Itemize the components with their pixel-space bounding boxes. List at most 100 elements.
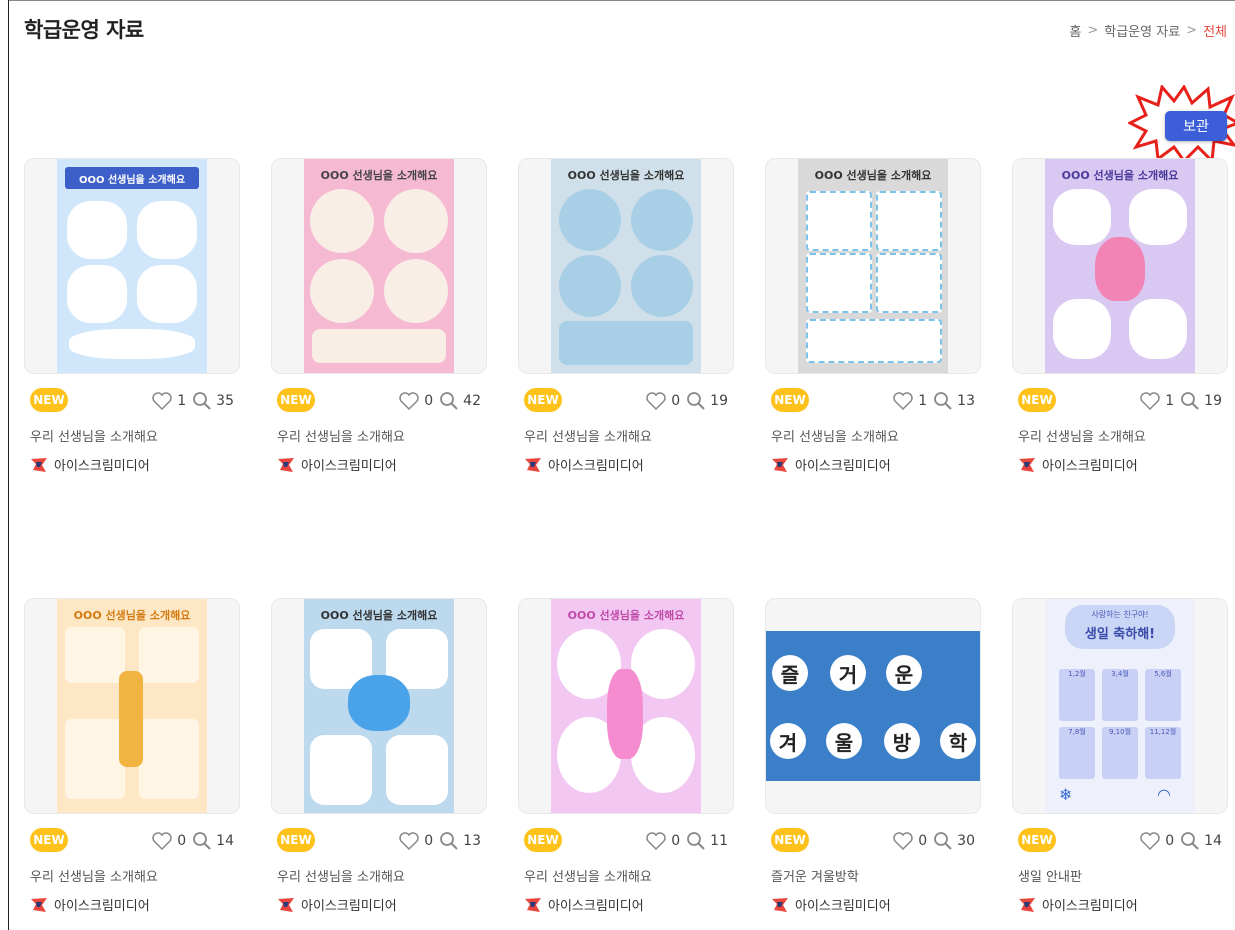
card-title[interactable]: 우리 선생님을 소개해요 <box>1018 426 1146 445</box>
author[interactable]: 아이스크림미디어 <box>1018 455 1138 474</box>
month-box: 3,4월 <box>1102 669 1138 721</box>
card-title[interactable]: 우리 선생님을 소개해요 <box>524 426 652 445</box>
like-count: 0 <box>1165 833 1175 849</box>
card-thumbnail[interactable]: OOO 선생님을 소개해요 <box>24 158 240 374</box>
breadcrumb-home[interactable]: 홈 <box>1069 21 1081 40</box>
card-thumbnail[interactable]: OOO 선생님을 소개해요 <box>271 158 487 374</box>
author-name: 아이스크림미디어 <box>301 899 397 914</box>
breadcrumb-current[interactable]: 전체 <box>1203 21 1227 40</box>
search-icon[interactable] <box>933 831 953 851</box>
heart-icon[interactable] <box>398 831 420 851</box>
author-name: 아이스크림미디어 <box>301 459 397 474</box>
search-icon[interactable] <box>933 391 953 411</box>
page-title: 학급운영 자료 <box>24 18 144 42</box>
author[interactable]: 아이스크림미디어 <box>1018 895 1138 914</box>
author-logo-icon <box>31 897 47 912</box>
card-thumbnail[interactable]: OOO 선생님을 소개해요 <box>518 158 734 374</box>
search-icon[interactable] <box>439 831 459 851</box>
search-icon[interactable] <box>1180 391 1200 411</box>
poster-title: OOO 선생님을 소개해요 <box>320 609 438 622</box>
poster-title: OOO 선생님을 소개해요 <box>814 169 932 182</box>
author-logo-icon <box>278 897 294 912</box>
breadcrumb: 홈 > 학급운영 자료 > 전체 <box>1069 21 1227 40</box>
author[interactable]: 아이스크림미디어 <box>524 895 644 914</box>
poster-title: 생일 축하해! <box>1084 627 1156 642</box>
card-title[interactable]: 우리 선생님을 소개해요 <box>30 426 158 445</box>
new-badge: NEW <box>524 388 562 412</box>
poster-subtitle: 사랑하는 친구야! <box>1091 610 1149 619</box>
author[interactable]: 아이스크림미디어 <box>524 455 644 474</box>
author[interactable]: 아이스크림미디어 <box>277 455 397 474</box>
comment-count: 19 <box>1204 393 1222 409</box>
poster-image: OOO 선생님을 소개해요 <box>551 599 701 813</box>
card-title[interactable]: 우리 선생님을 소개해요 <box>277 866 405 885</box>
card-thumbnail[interactable]: OOO 선생님을 소개해요 <box>24 598 240 814</box>
heart-icon[interactable] <box>645 831 667 851</box>
search-icon[interactable] <box>192 391 212 411</box>
new-badge: NEW <box>524 828 562 852</box>
card-counts: 0 42 <box>392 391 481 411</box>
author[interactable]: 아이스크림미디어 <box>771 895 891 914</box>
poster-image: OOO 선생님을 소개해요 <box>304 159 454 373</box>
new-badge: NEW <box>771 828 809 852</box>
heart-icon[interactable] <box>1139 831 1161 851</box>
poster-title: OOO 선생님을 소개해요 <box>1061 169 1179 182</box>
card-thumbnail[interactable]: OOO 선생님을 소개해요 <box>765 158 981 374</box>
author-logo-icon <box>772 457 788 472</box>
save-button[interactable]: 보관 <box>1165 111 1227 141</box>
heart-icon[interactable] <box>892 391 914 411</box>
author-name: 아이스크림미디어 <box>795 459 891 474</box>
card-title[interactable]: 우리 선생님을 소개해요 <box>30 866 158 885</box>
heart-icon[interactable] <box>398 391 420 411</box>
owl-icon <box>1095 237 1145 301</box>
author[interactable]: 아이스크림미디어 <box>277 895 397 914</box>
search-icon[interactable] <box>686 831 706 851</box>
comment-count: 11 <box>710 833 728 849</box>
author[interactable]: 아이스크림미디어 <box>30 895 150 914</box>
like-count: 0 <box>671 393 681 409</box>
rainbow-icon: ◠ <box>1157 785 1171 804</box>
heart-icon[interactable] <box>151 391 173 411</box>
giraffe-icon <box>119 671 143 767</box>
like-count: 0 <box>918 833 928 849</box>
like-count: 0 <box>671 833 681 849</box>
poster-title: OOO 선생님을 소개해요 <box>320 169 438 182</box>
card-thumbnail[interactable]: 즐 거 운 겨 울 방 학 <box>765 598 981 814</box>
author[interactable]: 아이스크림미디어 <box>771 455 891 474</box>
poster-letter: 울 <box>826 723 862 759</box>
author[interactable]: 아이스크림미디어 <box>30 455 150 474</box>
author-logo-icon <box>278 457 294 472</box>
rabbit-icon <box>607 669 643 759</box>
author-name: 아이스크림미디어 <box>1042 459 1138 474</box>
card-title[interactable]: 우리 선생님을 소개해요 <box>524 866 652 885</box>
card-thumbnail[interactable]: OOO 선생님을 소개해요 <box>518 598 734 814</box>
search-icon[interactable] <box>686 391 706 411</box>
heart-icon[interactable] <box>1139 391 1161 411</box>
author-logo-icon <box>31 457 47 472</box>
comment-count: 13 <box>957 393 975 409</box>
heart-icon[interactable] <box>151 831 173 851</box>
comment-count: 30 <box>957 833 975 849</box>
author-logo-icon <box>525 457 541 472</box>
author-name: 아이스크림미디어 <box>54 459 150 474</box>
poster-image: OOO 선생님을 소개해요 <box>57 599 207 813</box>
card-title[interactable]: 우리 선생님을 소개해요 <box>277 426 405 445</box>
poster-letter: 운 <box>886 655 922 691</box>
card-title[interactable]: 생일 안내판 <box>1018 866 1082 885</box>
card-title[interactable]: 우리 선생님을 소개해요 <box>771 426 899 445</box>
card-thumbnail[interactable]: 사랑하는 친구야! 생일 축하해! 1,2월 3,4월 5,6월 7,8월 9,… <box>1012 598 1228 814</box>
poster-image: OOO 선생님을 소개해요 <box>1045 159 1195 373</box>
search-icon[interactable] <box>192 831 212 851</box>
card-title[interactable]: 즐거운 겨울방학 <box>771 866 859 885</box>
heart-icon[interactable] <box>892 831 914 851</box>
search-icon[interactable] <box>439 391 459 411</box>
card-counts: 0 14 <box>1133 831 1222 851</box>
card-counts: 0 11 <box>639 831 728 851</box>
author-name: 아이스크림미디어 <box>54 899 150 914</box>
card-thumbnail[interactable]: OOO 선생님을 소개해요 <box>271 598 487 814</box>
breadcrumb-section[interactable]: 학급운영 자료 <box>1104 21 1180 40</box>
new-badge: NEW <box>771 388 809 412</box>
heart-icon[interactable] <box>645 391 667 411</box>
card-thumbnail[interactable]: OOO 선생님을 소개해요 <box>1012 158 1228 374</box>
search-icon[interactable] <box>1180 831 1200 851</box>
